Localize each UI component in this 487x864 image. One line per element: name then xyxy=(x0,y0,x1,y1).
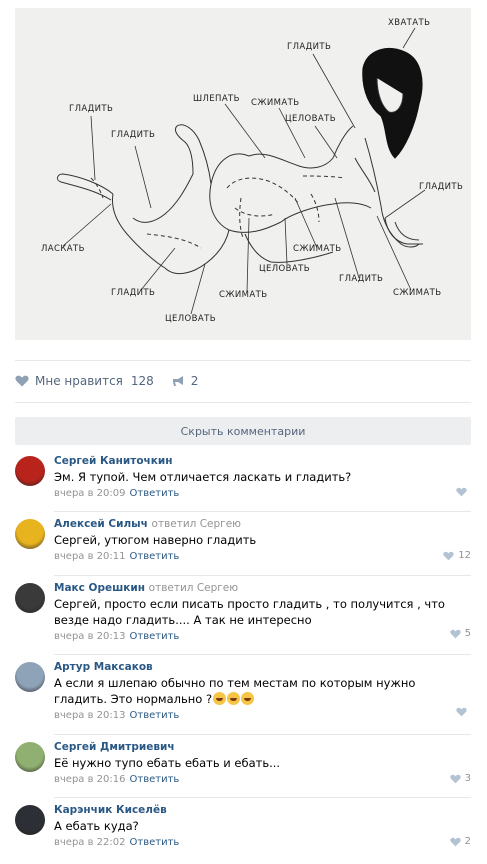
heart-icon[interactable] xyxy=(15,375,29,387)
avatar[interactable] xyxy=(15,583,45,613)
reply-button[interactable]: Ответить xyxy=(130,631,180,642)
reply-to-label[interactable]: ответил Сергею xyxy=(149,582,238,594)
comment-separator xyxy=(54,511,471,512)
label-shlepat: ШЛЕПАТЬ xyxy=(193,94,240,104)
laughing-emoji-icon xyxy=(213,692,227,705)
label-celovat-bottom: ЦЕЛОВАТЬ xyxy=(165,314,216,324)
label-gladit-left: ГЛАДИТЬ xyxy=(69,104,114,114)
comment: Алексей Силыч ответил Сергею Сергей, утюг… xyxy=(15,517,471,576)
label-hvatat: ХВАТАТЬ xyxy=(388,18,431,28)
comment-text: Её нужно тупо ебать ебать и ебать... xyxy=(54,756,281,770)
comment-author[interactable]: Карэнчик Киселёв xyxy=(54,804,167,816)
comment-like-button[interactable]: 12 xyxy=(443,550,471,561)
heart-icon xyxy=(449,629,461,638)
like-label[interactable]: Мне нравится xyxy=(35,374,123,388)
comment: Артур Максаков А если я шлепаю обычно по … xyxy=(15,660,471,735)
hide-comments-button[interactable]: Скрыть комментарии xyxy=(15,417,471,445)
comment-author[interactable]: Алексей Силыч xyxy=(54,518,148,530)
avatar[interactable] xyxy=(15,662,45,692)
comment: Сергей Каниточкин Эм. Я тупой. Чем отлича… xyxy=(15,454,471,512)
label-szhimat-mid: СЖИМАТЬ xyxy=(293,244,342,254)
comment-separator xyxy=(54,797,471,798)
label-szhimat-right: СЖИМАТЬ xyxy=(393,288,442,298)
avatar[interactable] xyxy=(15,742,45,772)
label-gladit-bottom: ГЛАДИТЬ xyxy=(111,288,156,298)
label-celovat-top: ЦЕЛОВАТЬ xyxy=(285,114,336,124)
post-actions: Мне нравится 128 2 xyxy=(15,372,198,390)
label-laskat: ЛАСКАТЬ xyxy=(41,244,85,254)
heart-icon xyxy=(449,774,461,783)
label-szhimat-bottom: СЖИМАТЬ xyxy=(219,290,268,300)
like-count: 128 xyxy=(130,374,154,388)
avatar[interactable] xyxy=(15,805,45,835)
label-gladit-leg: ГЛАДИТЬ xyxy=(111,130,156,140)
divider xyxy=(15,402,471,403)
comment-like-count: 5 xyxy=(464,628,471,639)
laughing-emoji-icon xyxy=(241,692,255,705)
comment-like-button[interactable]: 3 xyxy=(449,773,471,784)
label-gladit-top: ГЛАДИТЬ xyxy=(287,42,332,52)
comment-text: Эм. Я тупой. Чем отличается ласкать и гл… xyxy=(54,470,352,484)
comment: Карэнчик Киселёв А ебать куда? вчера в 22:… xyxy=(15,803,471,851)
reply-button[interactable]: Ответить xyxy=(130,710,180,721)
share-count: 2 xyxy=(190,374,199,388)
heart-icon xyxy=(456,487,467,497)
comment-like-button[interactable]: 2 xyxy=(449,836,471,847)
label-gladit-right: ГЛАДИТЬ xyxy=(419,182,464,192)
label-gladit-mid: ГЛАДИТЬ xyxy=(339,274,384,284)
comment-author[interactable]: Сергей Дмитриевич xyxy=(54,741,175,753)
heart-icon xyxy=(449,837,461,846)
laughing-emoji-icon xyxy=(227,692,241,705)
comment: Сергей Дмитриевич Её нужно тупо ебать еба… xyxy=(15,740,471,798)
comment-like-count: 12 xyxy=(458,550,471,561)
comment-time[interactable]: вчера в 20:16 xyxy=(54,774,126,785)
reply-button[interactable]: Ответить xyxy=(130,837,180,848)
heart-icon xyxy=(456,707,467,717)
comment-like-button[interactable] xyxy=(456,487,471,497)
comment-text: Сергей, утюгом наверно гладить xyxy=(54,533,257,547)
comment-separator xyxy=(54,734,471,735)
label-szhimat-top: СЖИМАТЬ xyxy=(251,98,300,108)
comment-separator xyxy=(54,654,471,655)
label-celovat-mid: ЦЕЛОВАТЬ xyxy=(259,264,310,274)
avatar[interactable] xyxy=(15,456,45,486)
comment-like-count: 3 xyxy=(464,773,471,784)
comment-like-button[interactable]: 5 xyxy=(449,628,471,639)
comment-author[interactable]: Сергей Каниточкин xyxy=(54,455,173,467)
comment-time[interactable]: вчера в 22:02 xyxy=(54,837,126,848)
post-illustration[interactable]: ХВАТАТЬ ГЛАДИТЬ ШЛЕПАТЬ СЖИМАТЬ ЦЕЛОВАТЬ… xyxy=(15,8,471,340)
reply-button[interactable]: Ответить xyxy=(130,551,180,562)
comment-like-count: 2 xyxy=(464,836,471,847)
share-icon[interactable] xyxy=(172,375,186,387)
comment-text: А ебать куда? xyxy=(54,819,139,833)
comment-like-button[interactable] xyxy=(456,707,471,717)
comment-separator xyxy=(54,575,471,576)
comment-time[interactable]: вчера в 20:13 xyxy=(54,631,126,642)
comment-time[interactable]: вчера в 20:11 xyxy=(54,551,126,562)
avatar[interactable] xyxy=(15,519,45,549)
comment-time[interactable]: вчера в 20:09 xyxy=(54,488,126,499)
reply-button[interactable]: Ответить xyxy=(130,488,180,499)
comment-author[interactable]: Артур Максаков xyxy=(54,661,153,673)
comment-time[interactable]: вчера в 20:13 xyxy=(54,710,126,721)
divider xyxy=(15,360,471,361)
comment-text: Сергей, просто если писать просто гладит… xyxy=(54,597,445,627)
heart-icon xyxy=(443,551,454,560)
reply-button[interactable]: Ответить xyxy=(130,774,180,785)
comment-author[interactable]: Макс Орешкин xyxy=(54,582,145,594)
reply-to-label[interactable]: ответил Сергею xyxy=(152,518,241,530)
comment: Макс Орешкин ответил Сергею Сергей, прост… xyxy=(15,581,471,655)
